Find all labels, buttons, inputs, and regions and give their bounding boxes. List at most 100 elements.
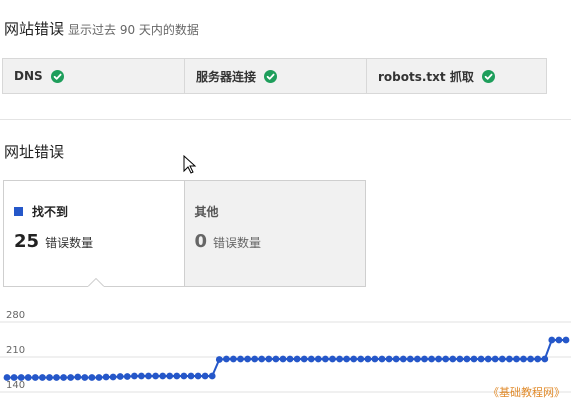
data-point[interactable] — [555, 336, 563, 344]
data-point[interactable] — [343, 355, 350, 363]
card-not-found[interactable]: 找不到 25 错误数量 — [4, 181, 185, 286]
data-point[interactable] — [230, 355, 237, 363]
data-point[interactable] — [286, 355, 294, 363]
data-point[interactable] — [279, 355, 287, 363]
data-point[interactable] — [244, 355, 252, 363]
legend-swatch — [14, 207, 23, 216]
data-point[interactable] — [131, 372, 138, 380]
data-point[interactable] — [152, 372, 160, 380]
data-point[interactable] — [562, 336, 570, 344]
data-point[interactable] — [166, 372, 174, 380]
data-point[interactable] — [307, 355, 315, 363]
data-point[interactable] — [322, 355, 329, 363]
data-point[interactable] — [60, 374, 67, 381]
error-type-cards: 找不到 25 错误数量 其他 0 错误数量 — [3, 180, 366, 287]
data-point[interactable] — [378, 355, 386, 363]
data-point[interactable] — [208, 372, 216, 380]
data-point[interactable] — [223, 355, 230, 363]
data-point[interactable] — [371, 355, 379, 363]
data-point[interactable] — [520, 355, 527, 363]
data-point[interactable] — [385, 355, 393, 363]
data-point[interactable] — [187, 372, 195, 380]
data-point[interactable] — [10, 374, 18, 381]
watermark: 《基础教程网》 — [488, 386, 565, 399]
data-point[interactable] — [88, 374, 96, 381]
data-point[interactable] — [300, 355, 308, 363]
status-server-label: 服务器连接 — [196, 69, 257, 84]
data-point[interactable] — [314, 355, 322, 363]
data-point[interactable] — [17, 374, 25, 381]
data-point[interactable] — [421, 355, 428, 363]
data-point[interactable] — [265, 355, 273, 363]
y-tick-label: 140 — [6, 380, 25, 391]
data-point[interactable] — [336, 355, 343, 363]
data-point[interactable] — [53, 374, 60, 381]
section-divider — [0, 119, 571, 120]
data-point[interactable] — [548, 336, 556, 344]
data-point[interactable] — [215, 356, 223, 363]
data-point[interactable] — [237, 355, 244, 363]
data-point[interactable] — [513, 355, 520, 363]
data-point[interactable] — [364, 355, 372, 363]
card-other[interactable]: 其他 0 错误数量 — [184, 181, 365, 286]
data-point[interactable] — [159, 372, 167, 380]
data-point[interactable] — [463, 355, 471, 363]
data-point[interactable] — [293, 355, 301, 363]
data-point[interactable] — [357, 355, 365, 363]
data-point[interactable] — [350, 355, 358, 363]
data-point[interactable] — [180, 372, 188, 380]
data-point[interactable] — [3, 374, 11, 381]
data-point[interactable] — [329, 355, 336, 363]
data-point[interactable] — [102, 373, 110, 381]
data-point[interactable] — [31, 374, 39, 381]
data-point[interactable] — [74, 373, 82, 381]
data-point[interactable] — [456, 355, 464, 363]
card-not-found-number: 25 — [14, 231, 40, 252]
data-point[interactable] — [506, 355, 513, 363]
data-point[interactable] — [534, 355, 542, 363]
data-point[interactable] — [484, 355, 492, 363]
data-point[interactable] — [173, 372, 181, 380]
data-point[interactable] — [428, 355, 435, 363]
data-point[interactable] — [498, 355, 506, 363]
status-server-connection[interactable]: 服务器连接 — [185, 59, 367, 93]
y-tick-label: 210 — [6, 345, 25, 356]
data-point[interactable] — [123, 373, 131, 380]
data-point[interactable] — [145, 372, 152, 380]
data-point[interactable] — [46, 374, 53, 381]
data-point[interactable] — [527, 355, 534, 363]
data-point[interactable] — [272, 355, 280, 363]
data-point[interactable] — [449, 355, 457, 363]
mouse-cursor-icon — [183, 155, 197, 174]
data-point[interactable] — [251, 355, 259, 363]
data-point[interactable] — [470, 355, 478, 363]
data-point[interactable] — [95, 374, 103, 381]
data-point[interactable] — [392, 355, 400, 363]
data-point[interactable] — [491, 355, 499, 363]
data-point[interactable] — [39, 374, 46, 381]
card-other-label: 其他 — [194, 205, 219, 219]
card-not-found-label-row: 找不到 — [14, 203, 68, 220]
data-point[interactable] — [138, 372, 145, 380]
data-point[interactable] — [541, 355, 549, 363]
data-point[interactable] — [477, 355, 485, 363]
data-point[interactable] — [406, 355, 414, 363]
page-title-text: 网站错误 — [4, 20, 65, 38]
data-point[interactable] — [81, 374, 89, 381]
data-point[interactable] — [201, 372, 209, 380]
card-other-number: 0 — [194, 231, 208, 252]
data-point[interactable] — [435, 355, 442, 363]
data-point[interactable] — [399, 355, 407, 363]
card-other-unit: 错误数量 — [213, 236, 262, 250]
data-point[interactable] — [194, 372, 202, 380]
data-point[interactable] — [67, 374, 75, 381]
data-point[interactable] — [116, 373, 124, 380]
data-point[interactable] — [442, 355, 450, 363]
status-dns[interactable]: DNS — [3, 59, 185, 93]
data-point[interactable] — [109, 373, 117, 381]
data-point[interactable] — [24, 374, 32, 381]
data-point[interactable] — [258, 355, 266, 363]
status-robots-label: robots.txt 抓取 — [378, 69, 474, 84]
status-robots[interactable]: robots.txt 抓取 — [367, 59, 546, 93]
data-point[interactable] — [414, 355, 421, 363]
